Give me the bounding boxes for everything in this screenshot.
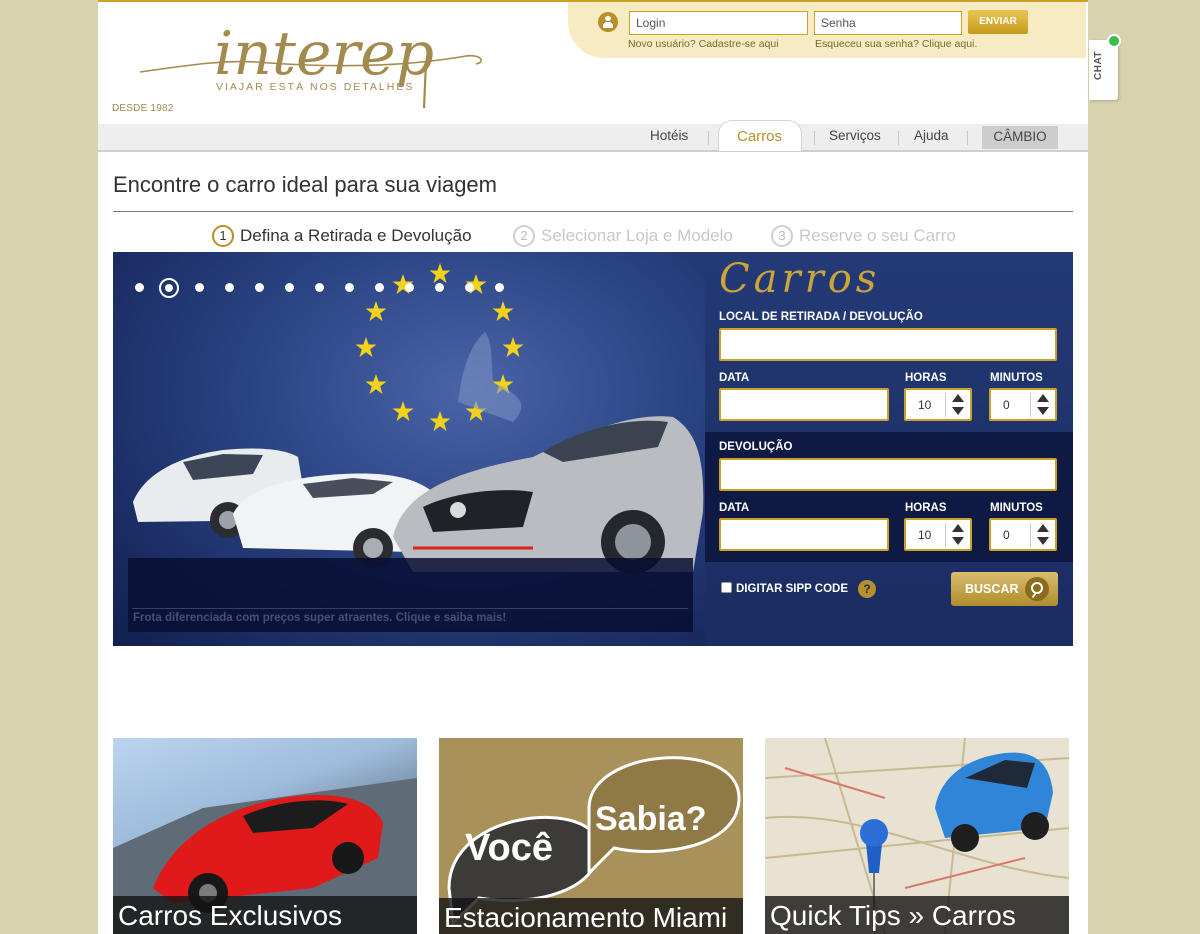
banner-caption[interactable]: Frota diferenciada com preços super atra… xyxy=(133,612,506,624)
pickup-date-label: DATA xyxy=(719,372,750,384)
slider-dot[interactable] xyxy=(285,283,294,292)
pickup-location-input[interactable] xyxy=(719,328,1057,361)
help-icon[interactable]: ? xyxy=(858,580,876,598)
chat-label: CHAT xyxy=(1093,50,1104,80)
slider-dot[interactable] xyxy=(405,283,414,292)
step-3-number: 3 xyxy=(771,225,793,247)
tile-parking-miami[interactable]: Você Sabia? Estacionamento Miami xyxy=(439,738,743,934)
slider-dot[interactable] xyxy=(465,283,474,292)
return-hours-label: HORAS xyxy=(905,502,947,514)
pickup-minutes-label: MINUTOS xyxy=(990,372,1043,384)
stepper-arrows-icon[interactable] xyxy=(952,524,964,546)
pickup-hours-value: 10 xyxy=(918,398,932,412)
booking-steps: 1 Defina a Retirada e Devolução 2 Selecion… xyxy=(98,224,1088,250)
sipp-code-option[interactable]: DIGITAR SIPP CODE xyxy=(721,582,848,595)
return-location-input[interactable] xyxy=(719,458,1057,491)
step-1: 1 Defina a Retirada e Devolução xyxy=(212,225,472,247)
slider-dot[interactable] xyxy=(135,283,144,292)
nav-item-servicos[interactable]: Serviços xyxy=(829,128,881,143)
main-nav: Hotéis Carros Serviços Ajuda CÂMBIO xyxy=(98,120,1088,152)
step-1-label: Defina a Retirada e Devolução xyxy=(240,226,472,245)
password-input[interactable] xyxy=(814,11,962,35)
slider-dot[interactable] xyxy=(195,283,204,292)
step-2-label: Selecionar Loja e Modelo xyxy=(541,226,733,245)
interep-logo[interactable]: interep VIAJAR ESTÁ NOS DETALHES xyxy=(136,12,496,109)
title-divider xyxy=(113,211,1073,212)
logo-tagline: VIAJAR ESTÁ NOS DETALHES xyxy=(216,80,414,93)
pickup-hours-label: HORAS xyxy=(905,372,947,384)
tile-quick-tips[interactable]: Quick Tips » Carros xyxy=(765,738,1069,934)
return-date-input[interactable] xyxy=(719,518,889,551)
logo-graphic: interep VIAJAR ESTÁ NOS DETALHES xyxy=(139,19,482,109)
slider-dot[interactable] xyxy=(435,283,444,292)
return-minutes-label: MINUTOS xyxy=(990,502,1043,514)
login-panel: ENVIAR Novo usuário? Cadastre-se aqui Es… xyxy=(568,2,1086,58)
stepper-arrows-icon[interactable] xyxy=(952,394,964,416)
nav-item-hoteis[interactable]: Hotéis xyxy=(650,128,688,143)
caption-divider xyxy=(132,608,688,609)
step-2: 2 Selecionar Loja e Modelo xyxy=(513,225,733,247)
pickup-location-label: LOCAL DE RETIRADA / DEVOLUÇÃO xyxy=(719,311,923,323)
slider-dot[interactable] xyxy=(315,283,324,292)
online-status-icon xyxy=(1107,34,1121,48)
return-hours-stepper[interactable]: 10 xyxy=(904,518,972,551)
nav-separator xyxy=(708,131,709,145)
slider-dot[interactable] xyxy=(345,283,354,292)
sipp-checkbox[interactable] xyxy=(721,582,732,593)
login-input[interactable] xyxy=(629,11,808,35)
chat-tab[interactable]: CHAT xyxy=(1089,34,1121,100)
cambio-button[interactable]: CÂMBIO xyxy=(982,126,1058,149)
slider-dot[interactable] xyxy=(225,283,234,292)
slider-dot[interactable] xyxy=(255,283,264,292)
step-2-number: 2 xyxy=(513,225,535,247)
step-1-number: 1 xyxy=(212,225,234,247)
slider-dot-active[interactable] xyxy=(159,278,179,298)
nav-item-carros[interactable]: Carros xyxy=(718,120,802,151)
slider-dot[interactable] xyxy=(495,283,504,292)
tile-exclusive-cars[interactable]: Carros Exclusivos xyxy=(113,738,417,934)
return-label: DEVOLUÇÃO xyxy=(719,441,793,453)
nav-separator xyxy=(967,131,968,145)
stepper-arrows-icon[interactable] xyxy=(1037,524,1049,546)
step-3-label: Reserve o seu Carro xyxy=(799,226,956,245)
nav-separator xyxy=(814,131,815,145)
slider-dot[interactable] xyxy=(375,283,384,292)
mercedes-silver xyxy=(393,416,704,574)
return-minutes-value: 0 xyxy=(1003,528,1010,542)
car-search-panel: Carros LOCAL DE RETIRADA / DEVOLUÇÃO DAT… xyxy=(705,252,1073,646)
promo-banner[interactable]: Frota diferenciada com preços super atra… xyxy=(113,252,705,646)
return-hours-value: 10 xyxy=(918,528,932,542)
search-button-label: BUSCAR xyxy=(965,582,1019,596)
stepper-arrows-icon[interactable] xyxy=(1037,394,1049,416)
search-icon xyxy=(1025,577,1049,601)
logo-wordmark: interep xyxy=(214,19,434,89)
nav-item-ajuda[interactable]: Ajuda xyxy=(914,128,949,143)
since-label: DESDE 1982 xyxy=(112,103,174,114)
bubble-left-text: Você xyxy=(465,827,553,869)
page: interep VIAJAR ESTÁ NOS DETALHES DESDE 1… xyxy=(98,0,1088,934)
page-title: Encontre o carro ideal para sua viagem xyxy=(113,172,497,197)
search-button[interactable]: BUSCAR xyxy=(951,572,1058,606)
forgot-password-link[interactable]: Esqueceu sua senha? Clique aqui. xyxy=(815,38,977,50)
return-minutes-stepper[interactable]: 0 xyxy=(989,518,1057,551)
login-submit-button[interactable]: ENVIAR xyxy=(968,10,1028,34)
pickup-hours-stepper[interactable]: 10 xyxy=(904,388,972,421)
header: interep VIAJAR ESTÁ NOS DETALHES DESDE 1… xyxy=(98,0,1088,124)
register-link[interactable]: Novo usuário? Cadastre-se aqui xyxy=(628,38,779,50)
sipp-label: DIGITAR SIPP CODE xyxy=(736,583,849,595)
user-icon xyxy=(598,12,618,32)
pickup-minutes-value: 0 xyxy=(1003,398,1010,412)
search-panel-title: Carros xyxy=(719,256,881,302)
banner-caption-box[interactable]: Frota diferenciada com preços super atra… xyxy=(128,558,693,632)
step-3: 3 Reserve o seu Carro xyxy=(771,225,956,247)
tile-caption: Carros Exclusivos xyxy=(113,896,417,934)
pickup-date-input[interactable] xyxy=(719,388,889,421)
nav-separator xyxy=(898,131,899,145)
nav-item-carros-label: Carros xyxy=(737,128,783,145)
pickup-minutes-stepper[interactable]: 0 xyxy=(989,388,1057,421)
tile-caption: Quick Tips » Carros xyxy=(765,896,1069,934)
return-date-label: DATA xyxy=(719,502,750,514)
tile-caption: Estacionamento Miami xyxy=(439,898,743,934)
bubble-right-text: Sabia? xyxy=(595,800,706,838)
